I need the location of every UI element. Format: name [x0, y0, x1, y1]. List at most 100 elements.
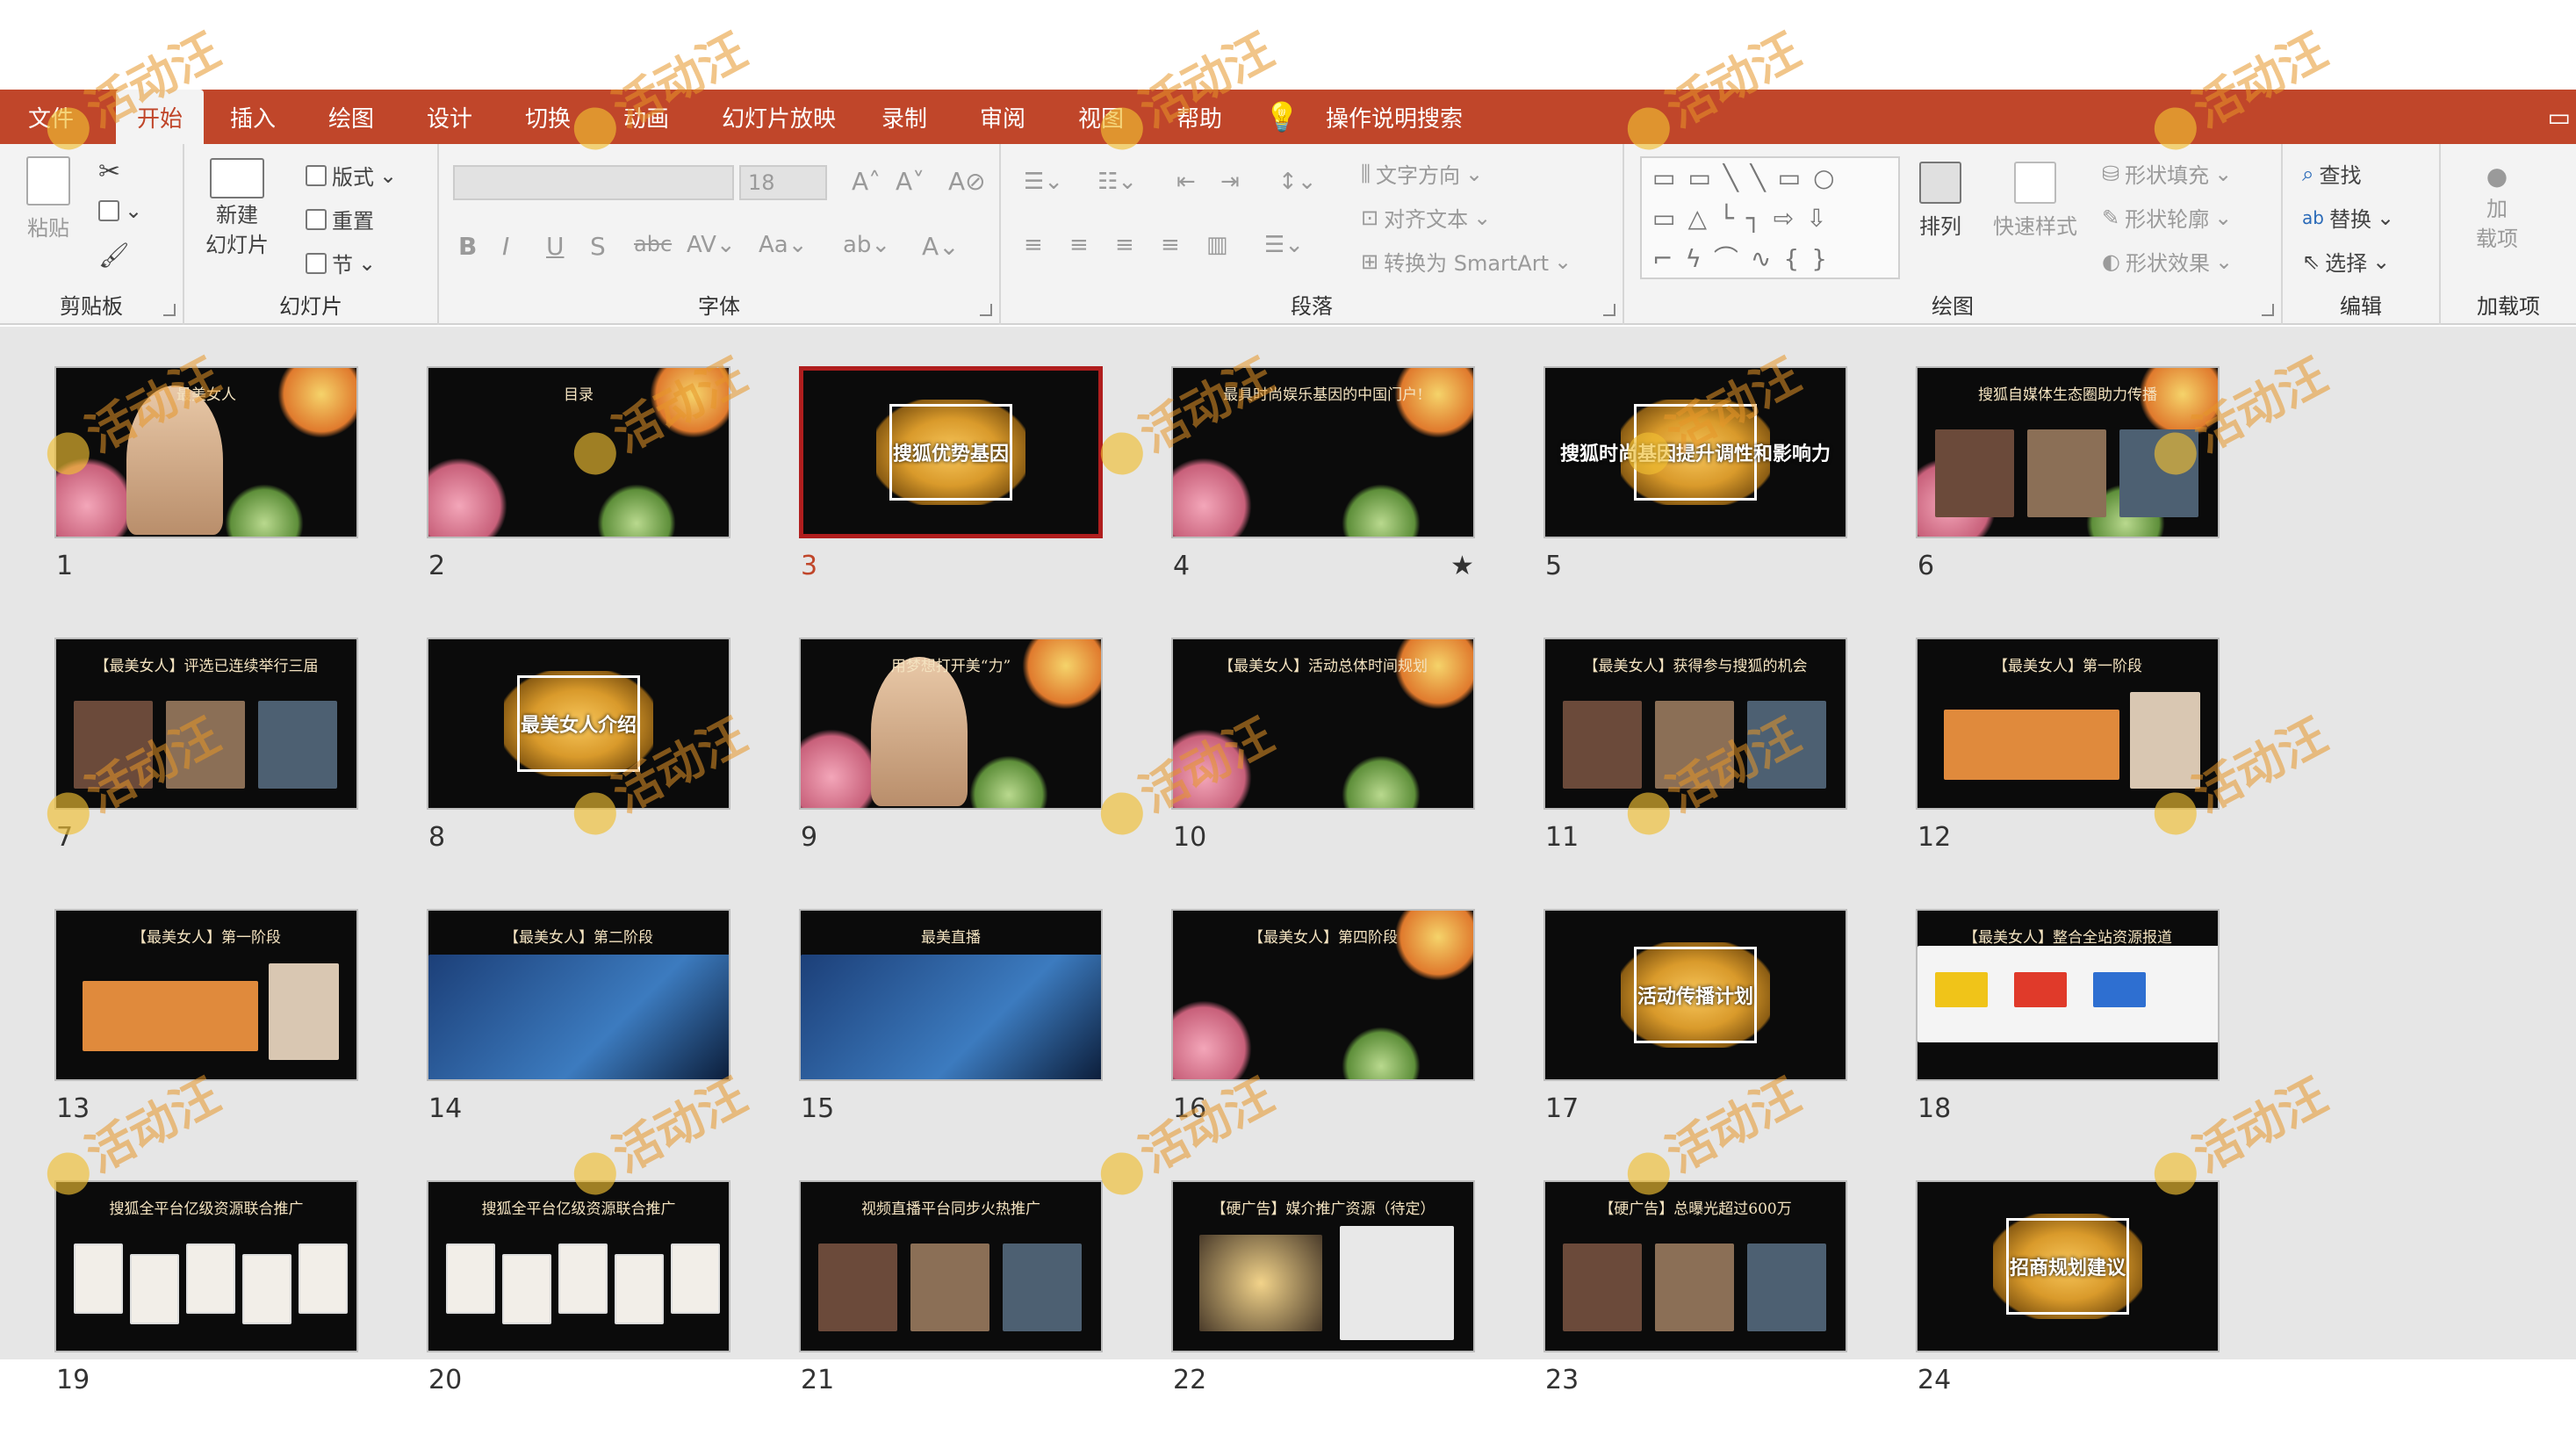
- tab-help[interactable]: 帮助: [1176, 90, 1256, 144]
- slide-thumbnail[interactable]: 【最美女人】第一阶段: [1916, 638, 2220, 810]
- paste-button[interactable]: 粘贴: [26, 156, 70, 242]
- slide-thumbnail[interactable]: 用梦想打开美“力”: [799, 638, 1103, 810]
- reset-button[interactable]: 重置: [306, 204, 374, 234]
- tab-home[interactable]: 开始: [116, 90, 204, 144]
- tab-design[interactable]: 设计: [427, 90, 506, 144]
- layout-button[interactable]: 版式 ⌄: [306, 160, 397, 191]
- animation-star-icon[interactable]: ★: [1450, 551, 1474, 581]
- decrease-indent-icon[interactable]: ⇤: [1176, 169, 1196, 195]
- slide-thumbnail[interactable]: 【最美女人】评选已连续举行三届: [54, 638, 358, 810]
- slide-thumbnail[interactable]: 搜狐自媒体生态圈助力传播: [1916, 366, 2220, 538]
- slide-number: 15: [801, 1093, 835, 1124]
- tab-slideshow[interactable]: 幻灯片放映: [722, 90, 862, 144]
- section-button[interactable]: 节 ⌄: [306, 248, 376, 278]
- drawing-launcher[interactable]: [2262, 304, 2274, 316]
- line-spacing-icon[interactable]: ↕⌄: [1278, 169, 1317, 195]
- increase-indent-icon[interactable]: ⇥: [1220, 169, 1240, 195]
- slide-thumbnail[interactable]: 最美女人介绍: [427, 638, 730, 810]
- font-launcher[interactable]: [980, 304, 992, 316]
- clipboard-launcher[interactable]: [163, 304, 176, 316]
- slide-number: 21: [801, 1365, 835, 1395]
- slide-thumbnail[interactable]: 【最美女人】第二阶段: [427, 909, 730, 1081]
- slide-thumbnail[interactable]: 最具时尚娱乐基因的中国门户!: [1171, 366, 1475, 538]
- text-direction-button[interactable]: ⫼ 文字方向 ⌄: [1361, 158, 1483, 189]
- slide-thumbnail[interactable]: 搜狐全平台亿级资源联合推广: [54, 1180, 358, 1352]
- tab-animations[interactable]: 动画: [623, 90, 702, 144]
- editing-label: 编辑: [2340, 294, 2382, 319]
- addins-button[interactable]: ● 加 载项: [2476, 162, 2518, 252]
- slide-thumbnail[interactable]: 【最美女人】获得参与搜狐的机会: [1543, 638, 1847, 810]
- effects-icon: ◐: [2102, 249, 2120, 274]
- convert-smartart-button[interactable]: ⊞ 转换为 SmartArt ⌄: [1361, 246, 1572, 277]
- columns-icon[interactable]: ☰⌄: [1264, 232, 1304, 258]
- strikethrough-icon[interactable]: abc: [634, 232, 672, 256]
- slide-thumbnail[interactable]: 搜狐时尚基因提升调性和影响力: [1543, 366, 1847, 538]
- shrink-font-icon[interactable]: A˅: [896, 167, 925, 196]
- align-left-icon[interactable]: ≡: [1024, 232, 1043, 258]
- tab-review[interactable]: 审阅: [980, 90, 1059, 144]
- bullets-icon[interactable]: ☰⌄: [1024, 169, 1063, 195]
- tell-me-search[interactable]: 操作说明搜索: [1326, 90, 1519, 144]
- shape-outline-button[interactable]: ✎ 形状轮廓 ⌄: [2102, 202, 2232, 233]
- tab-file[interactable]: 文件: [28, 90, 90, 144]
- tab-record[interactable]: 录制: [881, 90, 961, 144]
- tab-transitions[interactable]: 切换: [525, 90, 604, 144]
- highlight-icon[interactable]: ab⌄: [843, 232, 890, 258]
- slide-thumbnail[interactable]: 【最美女人】整合全站资源报道: [1916, 909, 2220, 1081]
- italic-icon[interactable]: I: [502, 232, 509, 261]
- clear-format-icon[interactable]: A⊘: [948, 167, 986, 196]
- underline-icon[interactable]: U: [546, 232, 565, 261]
- shadow-icon[interactable]: S: [590, 232, 606, 261]
- slide-title: 视频直播平台同步火热推广: [861, 1200, 1040, 1218]
- paragraph-launcher[interactable]: [1603, 304, 1615, 316]
- slide-thumbnail[interactable]: 最美直播: [799, 909, 1103, 1081]
- slide-thumbnail[interactable]: 活动传播计划: [1543, 909, 1847, 1081]
- slide-title: 【最美女人】获得参与搜狐的机会: [1583, 658, 1808, 675]
- font-size-dropdown[interactable]: 18: [739, 165, 827, 200]
- char-spacing-icon[interactable]: AV⌄: [687, 232, 736, 258]
- tab-draw[interactable]: 绘图: [328, 90, 407, 144]
- shapes-gallery[interactable]: ▭▭╲╲▭○ ▭△└┐⇨⇩ ⌐ϟ⌒∿{}: [1640, 156, 1900, 279]
- tab-insert[interactable]: 插入: [230, 90, 309, 144]
- slide-sorter: 最美女人 1 目录 2 搜狐优势基因 3 最具时尚娱乐基因的中国门户! 4 ★ 搜狐时尚基因提升调…: [0, 327, 2576, 1395]
- justify-icon[interactable]: ≡: [1161, 232, 1180, 258]
- slide-thumbnail[interactable]: 目录: [427, 366, 730, 538]
- copy-icon[interactable]: ⌄: [98, 198, 142, 223]
- align-center-icon[interactable]: ≡: [1069, 232, 1089, 258]
- replace-button[interactable]: ab 替换 ⌄: [2302, 202, 2394, 233]
- slide-thumbnail[interactable]: 【最美女人】第四阶段: [1171, 909, 1475, 1081]
- new-slide-button[interactable]: 新建 幻灯片: [205, 158, 269, 257]
- change-case-icon[interactable]: Aa⌄: [759, 232, 808, 258]
- slide-title: 【最美女人】第四阶段: [1248, 929, 1398, 947]
- format-painter-icon[interactable]: 🖌: [98, 241, 130, 270]
- slide-thumbnail[interactable]: 最美女人: [54, 366, 358, 538]
- slide-thumbnail[interactable]: 招商规划建议: [1916, 1180, 2220, 1352]
- quick-styles-button[interactable]: 快速样式: [1993, 162, 2077, 240]
- font-name-dropdown[interactable]: [453, 165, 734, 200]
- slide-thumbnail[interactable]: 【最美女人】第一阶段: [54, 909, 358, 1081]
- lightbulb-icon[interactable]: 💡: [1264, 90, 1317, 144]
- grow-font-icon[interactable]: A˄: [852, 167, 881, 196]
- bold-icon[interactable]: B: [458, 232, 477, 261]
- slide-thumbnail[interactable]: 搜狐优势基因: [799, 366, 1103, 538]
- font-color-icon[interactable]: A⌄: [922, 232, 960, 261]
- slide-thumbnail[interactable]: 【硬广告】总曝光超过600万: [1543, 1180, 1847, 1352]
- find-button[interactable]: ⌕ 查找: [2302, 158, 2361, 189]
- shape-fill-button[interactable]: ⛁ 形状填充 ⌄: [2102, 158, 2232, 189]
- arrange-button[interactable]: 排列: [1919, 162, 1961, 240]
- distributed-icon[interactable]: ▥: [1206, 232, 1228, 258]
- smartart-icon: ⊞: [1361, 249, 1379, 274]
- slide-thumbnail[interactable]: 【硬广告】媒介推广资源（待定）: [1171, 1180, 1475, 1352]
- align-text-button[interactable]: ⊡ 对齐文本 ⌄: [1361, 202, 1491, 233]
- menu-bar: 文件 开始 插入 绘图 设计 切换 动画 幻灯片放映 录制 审阅 视图 帮助 💡…: [0, 90, 2576, 144]
- numbering-icon[interactable]: ☷⌄: [1097, 169, 1137, 195]
- align-right-icon[interactable]: ≡: [1115, 232, 1134, 258]
- tab-view[interactable]: 视图: [1078, 90, 1157, 144]
- select-button[interactable]: ⇖ 选择 ⌄: [2302, 246, 2390, 277]
- slide-thumbnail[interactable]: 视频直播平台同步火热推广: [799, 1180, 1103, 1352]
- cut-icon[interactable]: ✂: [98, 156, 120, 187]
- shape-effects-button[interactable]: ◐ 形状效果 ⌄: [2102, 246, 2233, 277]
- slide-thumbnail[interactable]: 【最美女人】活动总体时间规划: [1171, 638, 1475, 810]
- comments-icon[interactable]: ▭: [2548, 90, 2571, 144]
- slide-thumbnail[interactable]: 搜狐全平台亿级资源联合推广: [427, 1180, 730, 1352]
